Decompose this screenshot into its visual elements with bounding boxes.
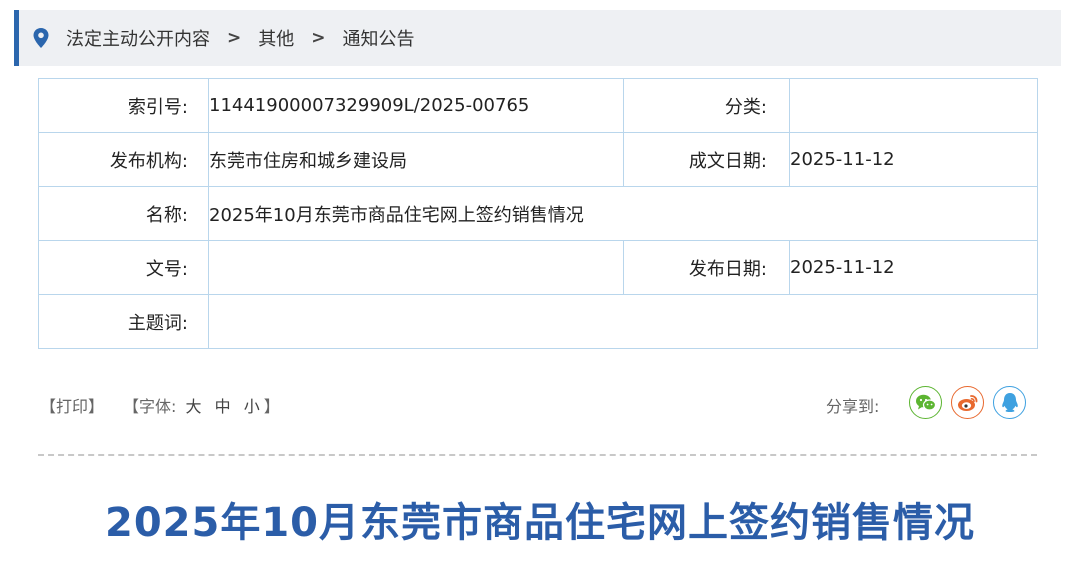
breadcrumb-separator: >: [227, 28, 242, 48]
location-pin-icon: [33, 28, 49, 48]
qq-icon: [1001, 393, 1018, 412]
print-button[interactable]: 【打印】: [40, 393, 104, 417]
document-meta-table: 索引号: 11441900007329909L/2025-00765 分类: 发…: [38, 78, 1038, 349]
wechat-icon: [915, 394, 936, 411]
share-label: 分享到:: [826, 397, 880, 416]
breadcrumb: 法定主动公开内容 > 其他 > 通知公告: [14, 10, 1061, 66]
font-size-control: 【字体: 大 中 小】: [123, 393, 280, 417]
share-qq-button[interactable]: [993, 386, 1026, 419]
table-row: 文号: 发布日期: 2025-11-12: [38, 240, 1038, 295]
content-divider: [38, 454, 1037, 456]
publisher-value: 东莞市住房和城乡建设局: [208, 132, 624, 187]
breadcrumb-item-other[interactable]: 其他: [258, 25, 294, 51]
share-weibo-button[interactable]: [951, 386, 984, 419]
breadcrumb-item-public-content[interactable]: 法定主动公开内容: [66, 25, 210, 51]
doc-number-label: 文号:: [38, 240, 209, 295]
font-size-suffix: 】: [263, 397, 280, 416]
font-size-label: 【字体:: [123, 397, 177, 416]
table-row: 主题词:: [38, 294, 1038, 349]
table-row: 名称: 2025年10月东莞市商品住宅网上签约销售情况: [38, 186, 1038, 241]
font-large-button[interactable]: 大: [186, 397, 202, 416]
publish-date-label: 发布日期:: [623, 240, 790, 295]
article-title: 2025年10月东莞市商品住宅网上签约销售情况: [105, 500, 975, 546]
index-number-label: 索引号:: [38, 78, 209, 133]
table-row: 发布机构: 东莞市住房和城乡建设局 成文日期: 2025-11-12: [38, 132, 1038, 187]
weibo-icon: [957, 394, 977, 411]
keywords-value: [208, 294, 1038, 349]
breadcrumb-item-notices[interactable]: 通知公告: [343, 25, 415, 51]
publish-date-value: 2025-11-12: [789, 240, 1038, 295]
breadcrumb-separator: >: [311, 28, 326, 48]
font-small-button[interactable]: 小: [244, 397, 260, 416]
written-date-value: 2025-11-12: [789, 132, 1038, 187]
keywords-label: 主题词:: [38, 294, 209, 349]
font-medium-button[interactable]: 中: [215, 397, 231, 416]
table-row: 索引号: 11441900007329909L/2025-00765 分类:: [38, 78, 1038, 133]
category-value: [789, 78, 1038, 133]
index-number-value: 11441900007329909L/2025-00765: [208, 78, 624, 133]
name-value: 2025年10月东莞市商品住宅网上签约销售情况: [208, 186, 1038, 241]
publisher-label: 发布机构:: [38, 132, 209, 187]
share-wechat-button[interactable]: [909, 386, 942, 419]
category-label: 分类:: [623, 78, 790, 133]
written-date-label: 成文日期:: [623, 132, 790, 187]
name-label: 名称:: [38, 186, 209, 241]
article-toolbar: 【打印】 【字体: 大 中 小】 分享到:: [40, 384, 1030, 424]
doc-number-value: [208, 240, 624, 295]
